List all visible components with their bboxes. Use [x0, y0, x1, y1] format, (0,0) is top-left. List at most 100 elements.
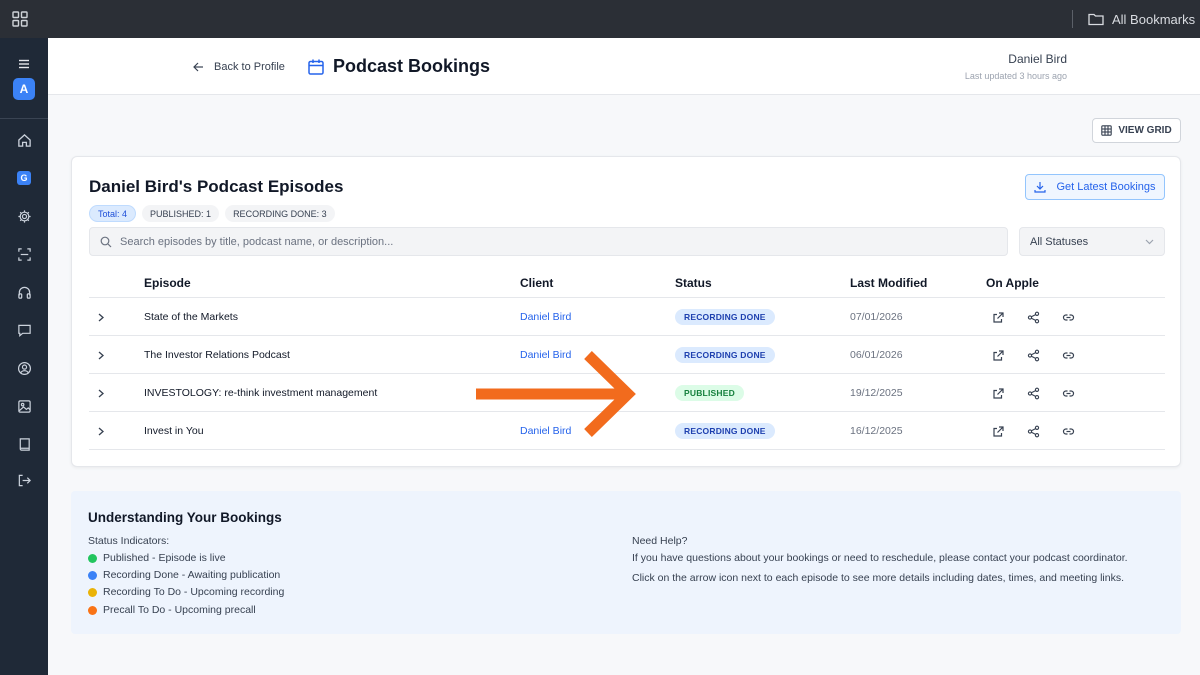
client-link[interactable]: Daniel Bird	[520, 336, 571, 374]
folder-icon	[1088, 13, 1104, 26]
pill-recording-done[interactable]: RECORDING DONE: 3	[225, 205, 335, 222]
table-row: State of the Markets Daniel Bird RECORDI…	[89, 298, 1165, 336]
download-icon	[1034, 182, 1047, 193]
page-title: Podcast Bookings	[307, 38, 490, 95]
episodes-card: Daniel Bird's Podcast Episodes Total: 4 …	[71, 156, 1181, 467]
col-status: Status	[675, 276, 712, 290]
search-bar	[89, 227, 1008, 256]
filter-pills: Total: 4 PUBLISHED: 1 RECORDING DONE: 3	[89, 205, 335, 222]
status-filter-select[interactable]: All Statuses	[1019, 227, 1165, 256]
image-icon[interactable]	[14, 396, 34, 416]
episode-title: Invest in You	[144, 425, 204, 437]
external-link-icon[interactable]	[992, 387, 1005, 400]
last-modified: 07/01/2026	[850, 311, 903, 323]
col-client: Client	[520, 276, 554, 290]
back-to-profile-link[interactable]: Back to Profile	[193, 38, 285, 95]
client-link[interactable]: Daniel Bird	[520, 298, 571, 336]
link-icon[interactable]	[1062, 349, 1075, 362]
book-icon[interactable]	[14, 434, 34, 454]
logout-icon[interactable]	[14, 470, 34, 490]
user-name: Daniel Bird	[1008, 52, 1067, 66]
search-input[interactable]	[120, 235, 980, 248]
legend-label: Recording Done - Awaiting publication	[103, 569, 281, 581]
col-episode: Episode	[144, 276, 191, 290]
status-badge: PUBLISHED	[675, 385, 744, 401]
view-grid-label: VIEW GRID	[1118, 125, 1172, 136]
apps-grid-icon[interactable]	[12, 11, 28, 27]
status-cell: RECORDING DONE	[675, 298, 775, 336]
external-link-icon[interactable]	[992, 349, 1005, 362]
client-link[interactable]: Daniel Bird	[520, 412, 571, 450]
menu-icon[interactable]	[14, 54, 34, 74]
view-grid-button[interactable]: VIEW GRID	[1092, 118, 1181, 143]
user-circle-icon[interactable]	[14, 358, 34, 378]
share-icon[interactable]	[1027, 387, 1040, 400]
legend-item-published: Published - Episode is live	[88, 552, 226, 564]
blue-dot-icon	[88, 570, 97, 580]
legend-label: Precall To Do - Upcoming precall	[103, 604, 256, 616]
col-on-apple: On Apple	[986, 276, 1039, 290]
share-icon[interactable]	[1027, 349, 1040, 362]
gear-icon[interactable]	[14, 206, 34, 226]
last-updated: Last updated 3 hours ago	[964, 71, 1067, 81]
expand-chevron-icon[interactable]	[98, 374, 110, 412]
status-badge: RECORDING DONE	[675, 309, 775, 325]
table-header: Episode Client Status Last Modified On A…	[89, 267, 1165, 298]
legend-item-recording-done: Recording Done - Awaiting publication	[88, 569, 280, 581]
sidebar-item-g[interactable]: G	[14, 168, 34, 188]
table-row: The Investor Relations Podcast Daniel Bi…	[89, 336, 1165, 374]
apple-actions	[992, 412, 1075, 450]
link-icon[interactable]	[1062, 387, 1075, 400]
table-row: Invest in You Daniel Bird RECORDING DONE…	[89, 412, 1165, 450]
share-icon[interactable]	[1027, 425, 1040, 438]
get-latest-bookings-button[interactable]: Get Latest Bookings	[1025, 174, 1165, 200]
status-badge: RECORDING DONE	[675, 347, 775, 363]
headphones-icon[interactable]	[14, 282, 34, 302]
home-icon[interactable]	[14, 130, 34, 150]
back-label: Back to Profile	[214, 60, 285, 73]
expand-chevron-icon[interactable]	[98, 336, 110, 374]
help-text-1: If you have questions about your booking…	[632, 552, 1128, 564]
share-icon[interactable]	[1027, 311, 1040, 324]
episode-title: The Investor Relations Podcast	[144, 349, 290, 361]
all-bookmarks-button[interactable]: All Bookmarks	[1088, 0, 1195, 38]
green-dot-icon	[88, 553, 97, 563]
status-cell: RECORDING DONE	[675, 412, 775, 450]
last-modified: 06/01/2026	[850, 349, 903, 361]
link-icon[interactable]	[1062, 425, 1075, 438]
last-modified: 16/12/2025	[850, 425, 903, 437]
status-indicators-label: Status Indicators:	[88, 535, 170, 547]
legend-label: Recording To Do - Upcoming recording	[103, 586, 285, 598]
top-bar: All Bookmarks	[0, 0, 1200, 38]
expand-chevron-icon[interactable]	[98, 298, 110, 336]
get-latest-bookings-label: Get Latest Bookings	[1056, 181, 1156, 193]
info-title: Understanding Your Bookings	[88, 510, 282, 525]
help-title: Need Help?	[632, 535, 688, 547]
legend-item-recording-todo: Recording To Do - Upcoming recording	[88, 586, 284, 598]
expand-chevron-icon[interactable]	[98, 412, 110, 450]
table-grid-icon	[1101, 125, 1113, 136]
status-filter-value: All Statuses	[1030, 235, 1089, 248]
calendar-icon	[308, 59, 324, 75]
pill-total[interactable]: Total: 4	[89, 205, 137, 222]
scan-icon[interactable]	[14, 244, 34, 264]
sidebar-divider	[0, 118, 48, 119]
status-cell: PUBLISHED	[675, 374, 744, 412]
pill-published[interactable]: PUBLISHED: 1	[142, 205, 220, 222]
yellow-dot-icon	[88, 587, 97, 597]
apple-actions	[992, 374, 1075, 412]
external-link-icon[interactable]	[992, 311, 1005, 324]
page-header: Back to Profile Podcast Bookings Daniel …	[48, 38, 1200, 95]
chat-icon[interactable]	[14, 320, 34, 340]
episode-title: State of the Markets	[144, 311, 238, 323]
sidebar: A G	[0, 38, 48, 675]
understanding-bookings-panel: Understanding Your Bookings Status Indic…	[71, 491, 1181, 634]
link-icon[interactable]	[1062, 311, 1075, 324]
search-icon	[100, 236, 112, 247]
arrow-left-icon	[193, 62, 203, 71]
orange-dot-icon	[88, 605, 97, 615]
all-bookmarks-label: All Bookmarks	[1112, 11, 1196, 27]
episode-title: INVESTOLOGY: re-think investment managem…	[144, 387, 378, 399]
external-link-icon[interactable]	[992, 425, 1005, 438]
avatar[interactable]: A	[13, 78, 35, 100]
